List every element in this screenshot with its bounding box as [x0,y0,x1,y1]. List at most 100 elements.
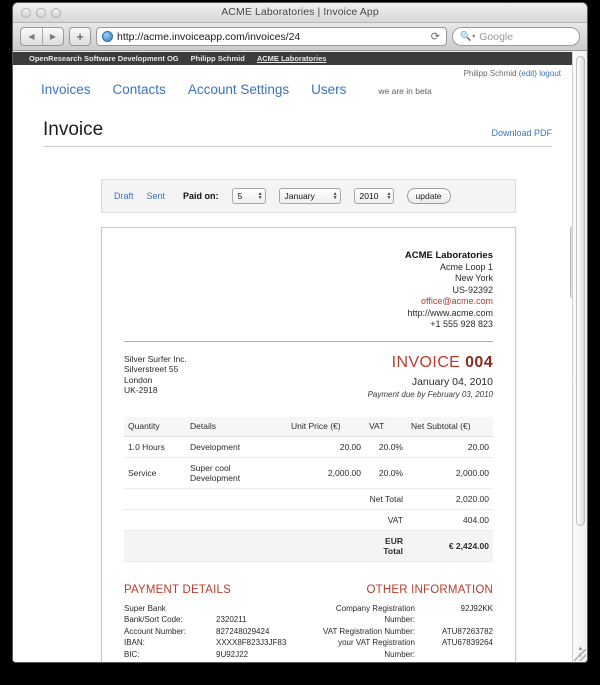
cell-vat: 20.0% [365,436,407,458]
invoice-status-toolbar: Draft Sent Paid on: 5 ▲ ▼ January ▲ ▼ 2010… [101,179,516,213]
back-button[interactable]: ◀ [21,28,42,45]
vertical-scrollbar[interactable]: ▲ ▼ [572,52,587,662]
cell-unit-price: 20.00 [287,436,365,458]
company-registration-value: 92J92KK [460,603,493,613]
reload-icon[interactable]: ⟳ [431,30,440,44]
window-title: ACME Laboratories | Invoice App [221,6,379,18]
cell-unit-price: 2,000.00 [287,457,365,489]
page-viewport: OpenResearch Software Development OG Phi… [13,52,587,662]
paid-on-day-value: 5 [237,191,243,201]
admin-account-link[interactable]: ACME Laboratories [257,54,327,63]
url-text: http://acme.invoiceapp.com/invoices/24 [117,30,301,43]
cell-details: Super cool Development [186,457,287,489]
new-tab-button[interactable]: + [69,27,91,46]
invoice-meta-block: INVOICE 004 January 04, 2010 Payment due… [368,354,493,399]
nav-item-users[interactable]: Users [311,82,346,97]
table-row: 1.0 Hours Development 20.00 20.0% 20.00 [124,436,493,458]
scrollbar-thumb[interactable] [576,56,585,526]
status-sent-link[interactable]: Sent [147,191,166,201]
spacer-cell [124,530,186,562]
list-item: Bank/Sort Code: 2320211 [124,614,300,626]
net-total-row: Net Total 2,020.00 [124,488,493,510]
vat-registration-label: VAT Registration Number: [322,626,415,636]
paid-on-day-select[interactable]: 5 ▲ ▼ [231,188,266,204]
bic-label: BIC: [124,649,140,659]
your-vat-registration-value: ATU67839264 [442,638,493,647]
bic-value: 9U92J22 [216,649,249,659]
nav-buttons: ◀ ▶ [20,27,64,46]
stepper-icon[interactable]: ▲ ▼ [254,192,263,201]
your-vat-registration-label: your VAT Registration Number: [338,638,415,659]
net-total-value: 2,020.00 [407,488,493,510]
payment-reference-label: Payment Reference: [124,660,216,662]
cell-quantity: 1.0 Hours [124,436,186,458]
company-website[interactable]: http://www.acme.com [124,308,493,320]
spacer-cell [186,488,287,510]
list-item: Company Registration Number: 92J92KK [318,603,493,626]
payment-reference-value: 004 [216,660,300,662]
cell-details: Development [186,436,287,458]
column-header-quantity: Quantity [124,416,186,437]
company-email[interactable]: office@acme.com [124,296,493,308]
vat-total-row: VAT 404.00 [124,509,493,531]
beta-note: we are in beta [378,86,432,96]
update-button[interactable]: update [406,188,451,204]
paid-on-year-value: 2010 [359,191,379,201]
paid-on-month-value: January [284,191,315,201]
account-number-label: Account Number: [124,626,186,636]
search-icon: 🔍 [460,31,472,41]
cell-subtotal: 20.00 [407,436,493,458]
paid-on-label: Paid on: [183,191,219,201]
paid-on-month-select[interactable]: January ▲ ▼ [278,188,341,204]
account-number-value: 827248029424 [216,626,270,636]
stepper-icon[interactable]: ▲ ▼ [329,192,338,201]
company-registration-label: Company Registration Number: [335,603,415,625]
cell-vat: 20.0% [365,457,407,489]
address-bar[interactable]: http://acme.invoiceapp.com/invoices/24 ⟳ [96,27,447,46]
client-city: London [124,374,153,385]
browser-window: ACME Laboratories | Invoice App ◀ ▶ + ht… [12,2,588,663]
net-total-label: Net Total [365,488,407,510]
search-input[interactable]: 🔍 ▾ Google [452,27,580,46]
invoice-date: January 04, 2010 [411,375,493,388]
client-street: Silverstreet 55 [124,364,179,374]
column-header-details: Details [186,416,287,437]
invoice-title: INVOICE 004 [368,354,493,372]
spacer-cell [287,488,365,510]
other-information-heading: OTHER INFORMATION [366,583,493,596]
list-item: Payment Reference: 004 [124,660,300,662]
spacer-cell [287,530,365,562]
paid-on-year-select[interactable]: 2010 ▲ ▼ [353,188,394,204]
paren-close: ) [534,69,537,78]
forward-button[interactable]: ▶ [42,28,63,45]
nav-item-contacts[interactable]: Contacts [113,82,166,97]
download-pdf-link[interactable]: Download PDF [491,128,552,141]
search-placeholder: Google [479,30,514,43]
status-draft-link[interactable]: Draft [114,191,134,201]
globe-icon [102,31,113,42]
spacer-cell [287,509,365,531]
list-item: Account Number: 827248029424 [124,626,300,638]
stepper-icon[interactable]: ▲ ▼ [382,192,391,201]
list-item: BIC: 9U92J22 [124,649,300,661]
billing-row: Silver Surfer Inc. Silverstreet 55 Londo… [124,354,493,399]
edit-profile-link[interactable]: edit [521,69,534,78]
spacer-cell [186,509,287,531]
browser-toolbar: ◀ ▶ + http://acme.invoiceapp.com/invoice… [13,23,587,51]
client-name: Silver Surfer Inc. [124,353,187,364]
user-session-line: Philipp Schmid (edit) logout [13,65,574,78]
spacer-cell [186,530,287,562]
line-items-table: Quantity Details Unit Price (€) VAT Net … [124,416,493,562]
invoice-footer: PAYMENT DETAILS Super Bank Bank/Sort Cod… [124,584,493,663]
payment-details-heading: PAYMENT DETAILS [124,583,231,596]
logout-link[interactable]: logout [539,69,561,78]
company-city: New York [454,273,493,283]
window-resize-grip[interactable] [574,649,586,661]
page-title: Invoice [43,119,104,140]
nav-item-invoices[interactable]: Invoices [41,82,91,97]
session-user-name: Philipp Schmid [463,69,517,78]
nav-item-account-settings[interactable]: Account Settings [188,82,289,97]
chevron-down-icon[interactable]: ▾ [472,33,475,40]
column-header-net-subtotal: Net Subtotal (€) [407,416,493,437]
grand-total-value: € 2,424.00 [407,530,493,562]
